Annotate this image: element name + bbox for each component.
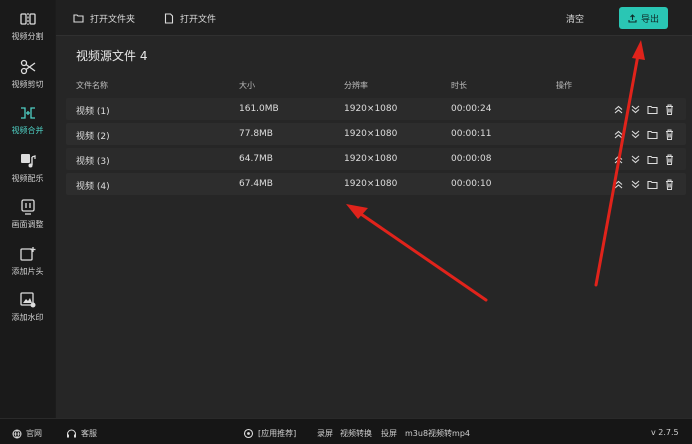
- m3u8-link[interactable]: m3u8视频转mp4: [405, 428, 470, 439]
- move-down-icon[interactable]: [629, 177, 641, 191]
- sidebar-item-video-music[interactable]: 视频配乐: [0, 152, 55, 192]
- col-filename: 文件名称: [76, 81, 108, 90]
- open-folder-icon[interactable]: [646, 102, 658, 116]
- file-name: 视频 (1): [76, 107, 110, 117]
- screen-cast-link[interactable]: 投屏: [381, 428, 397, 439]
- open-folder-label: 打开文件夹: [90, 14, 136, 25]
- status-bar: 官网 客服 [应用推荐] 录屏 视频转换 投屏 m3u8视频转mp4 v 2.7…: [0, 418, 692, 444]
- upload-icon: [628, 13, 637, 23]
- scissors-icon: [19, 58, 37, 76]
- sidebar-item-label: 视频分割: [11, 32, 44, 41]
- home-icon: [12, 429, 22, 438]
- sidebar: 视频分割 视频剪切 视频合并 视频配乐 画面调整 添加片头 添加水印: [0, 0, 55, 418]
- col-size: 大小: [239, 81, 255, 90]
- file-icon: [164, 12, 174, 24]
- file-duration: 00:00:10: [451, 179, 492, 189]
- delete-icon[interactable]: [663, 177, 675, 191]
- folder-icon: [73, 14, 84, 23]
- file-resolution: 1920×1080: [344, 104, 398, 114]
- col-resolution: 分辨率: [344, 81, 368, 90]
- row-actions: [612, 176, 675, 192]
- move-up-icon[interactable]: [612, 127, 624, 141]
- merge-icon: [19, 104, 37, 122]
- sidebar-item-video-cut[interactable]: 视频剪切: [0, 58, 55, 98]
- file-size: 67.4MB: [239, 179, 273, 189]
- table-row[interactable]: 视频 (3) 64.7MB 1920×1080 00:00:08: [66, 148, 686, 170]
- watermark-icon: [19, 291, 37, 309]
- clear-button[interactable]: 清空: [566, 12, 584, 25]
- file-duration: 00:00:11: [451, 129, 492, 139]
- table-row[interactable]: 视频 (4) 67.4MB 1920×1080 00:00:10: [66, 173, 686, 195]
- open-file-label: 打开文件: [180, 14, 217, 25]
- row-actions: [612, 126, 675, 142]
- music-icon: [19, 152, 37, 170]
- file-duration: 00:00:24: [451, 104, 492, 114]
- file-duration: 00:00:08: [451, 154, 492, 164]
- recommend-icon: [243, 428, 254, 439]
- version-label: v 2.7.5: [651, 428, 679, 437]
- adjust-icon: [19, 198, 37, 216]
- move-up-icon[interactable]: [612, 177, 624, 191]
- file-size: 161.0MB: [239, 104, 279, 114]
- delete-icon[interactable]: [663, 152, 675, 166]
- file-resolution: 1920×1080: [344, 154, 398, 164]
- website-link[interactable]: 官网: [12, 428, 42, 439]
- file-resolution: 1920×1080: [344, 129, 398, 139]
- page-title: 视频源文件 4: [76, 49, 148, 63]
- split-icon: [19, 10, 37, 28]
- website-label: 官网: [26, 429, 42, 438]
- move-down-icon[interactable]: [629, 152, 641, 166]
- main-panel: 打开文件夹 打开文件 清空 导出 视频源文件 4 文件名称 大小 分辨率 时长 …: [56, 0, 692, 418]
- recommend-link[interactable]: [应用推荐]: [243, 428, 296, 439]
- table-header: 文件名称 大小 分辨率 时长 操作: [76, 80, 676, 92]
- open-file-button[interactable]: 打开文件: [164, 10, 216, 26]
- sidebar-item-label: 视频合并: [11, 126, 44, 135]
- row-actions: [612, 101, 675, 117]
- video-convert-link[interactable]: 视频转换: [340, 428, 372, 439]
- table-row[interactable]: 视频 (1) 161.0MB 1920×1080 00:00:24: [66, 98, 686, 120]
- support-link[interactable]: 客服: [66, 428, 97, 439]
- delete-icon[interactable]: [663, 127, 675, 141]
- move-down-icon[interactable]: [629, 102, 641, 116]
- col-actions: 操作: [556, 81, 572, 90]
- delete-icon[interactable]: [663, 102, 675, 116]
- sidebar-item-picture-adjust[interactable]: 画面调整: [0, 198, 55, 238]
- open-folder-icon[interactable]: [646, 127, 658, 141]
- export-button[interactable]: 导出: [619, 7, 668, 29]
- table-row[interactable]: 视频 (2) 77.8MB 1920×1080 00:00:11: [66, 123, 686, 145]
- export-label: 导出: [640, 14, 659, 25]
- file-size: 77.8MB: [239, 129, 273, 139]
- sidebar-item-video-split[interactable]: 视频分割: [0, 10, 55, 50]
- file-resolution: 1920×1080: [344, 179, 398, 189]
- sidebar-item-label: 添加水印: [11, 313, 44, 322]
- file-size: 64.7MB: [239, 154, 273, 164]
- file-name: 视频 (2): [76, 132, 110, 142]
- open-folder-icon[interactable]: [646, 177, 658, 191]
- sidebar-item-label: 添加片头: [11, 267, 44, 276]
- row-actions: [612, 151, 675, 167]
- sidebar-item-label: 画面调整: [11, 220, 44, 229]
- add-intro-icon: [19, 245, 37, 263]
- sidebar-item-video-merge[interactable]: 视频合并: [0, 104, 55, 144]
- move-up-icon[interactable]: [612, 102, 624, 116]
- screen-record-link[interactable]: 录屏: [317, 428, 333, 439]
- col-duration: 时长: [451, 81, 467, 90]
- support-label: 客服: [81, 429, 97, 438]
- toolbar: 打开文件夹 打开文件 清空 导出: [56, 0, 692, 36]
- sidebar-item-add-watermark[interactable]: 添加水印: [0, 291, 55, 331]
- open-folder-icon[interactable]: [646, 152, 658, 166]
- file-name: 视频 (4): [76, 182, 110, 192]
- file-name: 视频 (3): [76, 157, 110, 167]
- headset-icon: [67, 429, 76, 437]
- sidebar-item-add-intro[interactable]: 添加片头: [0, 245, 55, 285]
- move-up-icon[interactable]: [612, 152, 624, 166]
- open-folder-button[interactable]: 打开文件夹: [73, 10, 135, 26]
- recommend-label: [应用推荐]: [258, 429, 297, 438]
- move-down-icon[interactable]: [629, 127, 641, 141]
- sidebar-item-label: 视频配乐: [11, 174, 44, 183]
- sidebar-item-label: 视频剪切: [11, 80, 44, 89]
